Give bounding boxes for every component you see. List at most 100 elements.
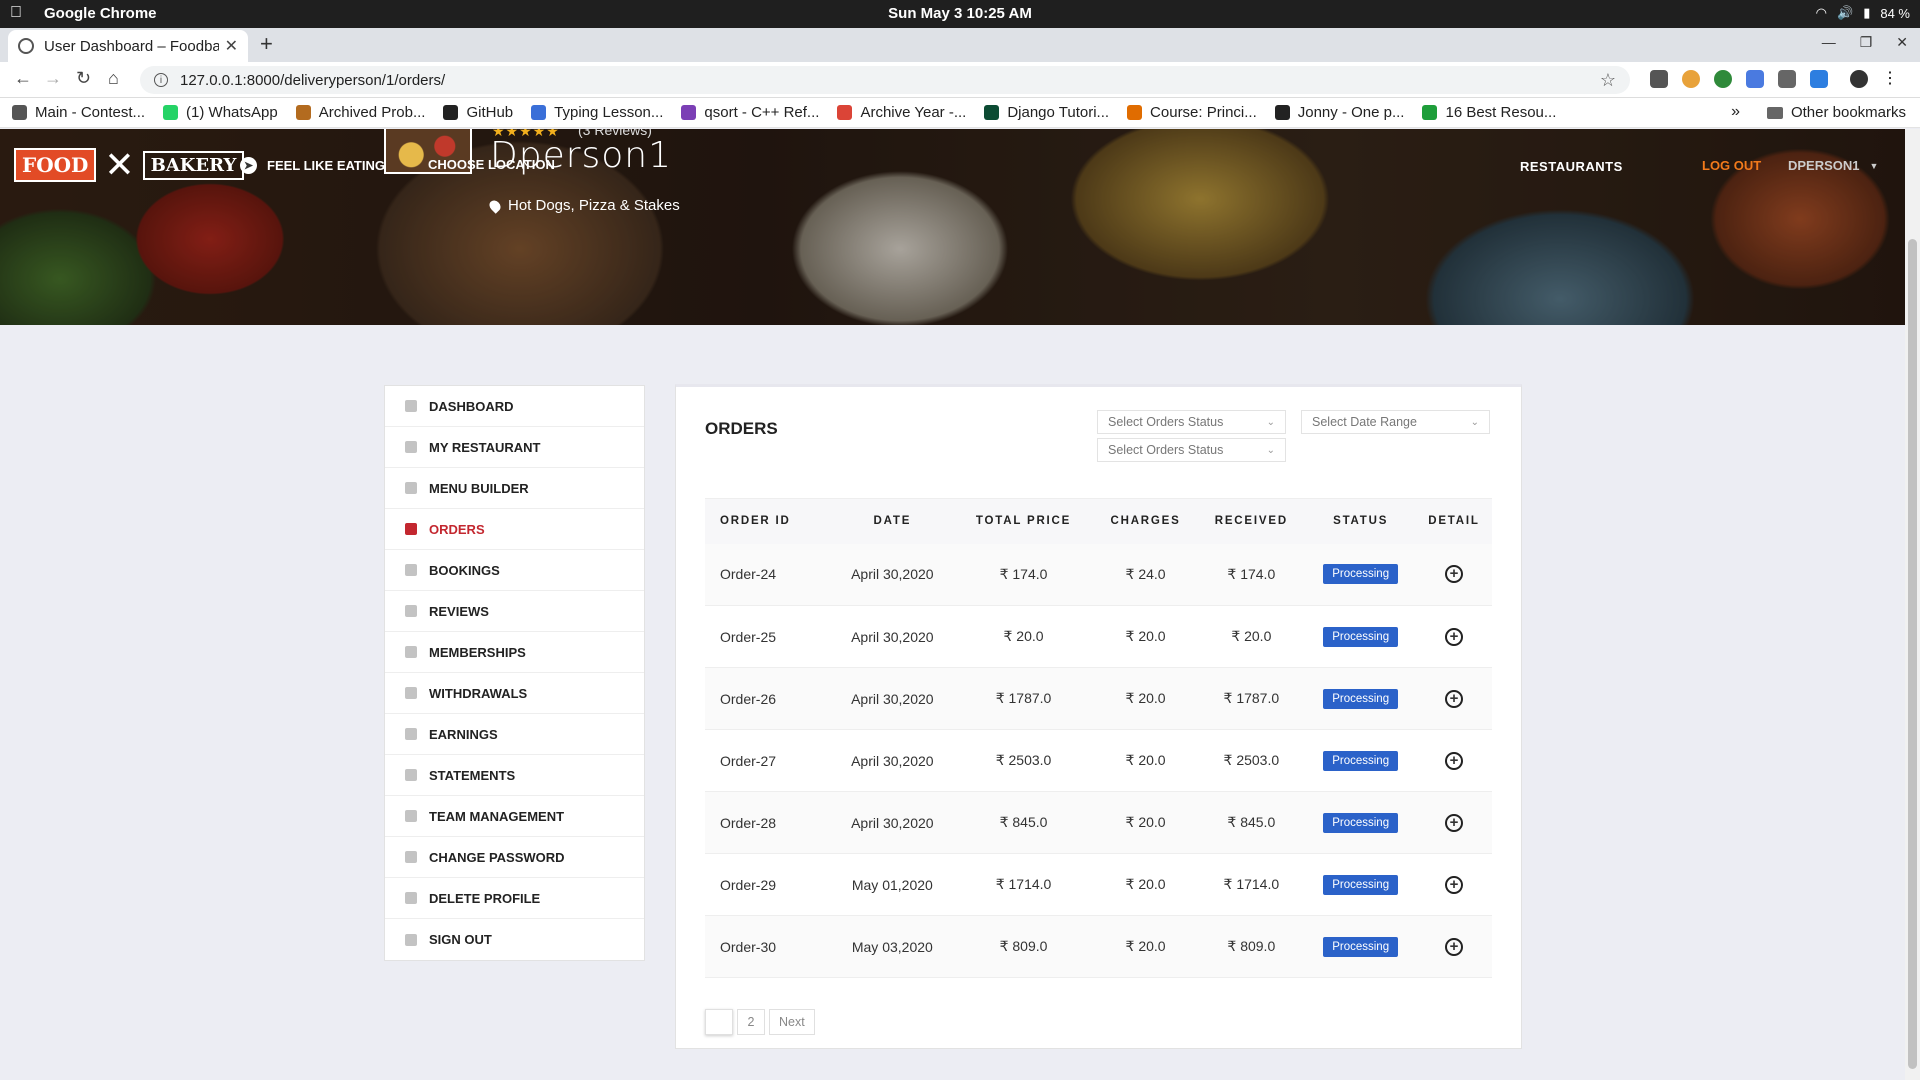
sidebar-item-memberships[interactable]: MEMBERSHIPS [385, 632, 644, 673]
nav-restaurants-link[interactable]: RESTAURANTS [1520, 159, 1623, 174]
sidebar-item-menu-builder[interactable]: MENU BUILDER [385, 468, 644, 509]
feel-like-eating-link[interactable]: ➤ FEEL LIKE EATING [240, 157, 385, 174]
order-id-cell: Order-30 [720, 938, 777, 955]
os-clock[interactable]: Sun May 3 10:25 AM [0, 5, 1920, 22]
table-row: Order-25 April 30,2020 ₹ 20.0 ₹ 20.0 ₹ 20.0 P… [705, 606, 1492, 668]
extension-check-icon[interactable] [1810, 70, 1828, 88]
sidebar-item-sign-out[interactable]: SIGN OUT [385, 919, 644, 960]
plus-circle-icon[interactable]: + [1444, 689, 1463, 708]
extension-shield-icon[interactable] [1778, 70, 1796, 88]
plus-circle-icon[interactable]: + [1444, 565, 1463, 584]
scrollbar-thumb[interactable] [1908, 239, 1917, 1069]
sidebar-item-team-management[interactable]: TEAM MANAGEMENT [385, 796, 644, 837]
received-cell: ₹ 20.0 [1231, 628, 1272, 644]
orders-table: ORDER ID DATE TOTAL PRICE CHARGES RECEIVED ST… [705, 498, 1492, 978]
column-header-detail: DETAIL [1428, 515, 1480, 528]
cuisine-line: Hot Dogs, Pizza & Stakes [487, 197, 680, 214]
bookmark-item[interactable]: Jonny - One p... [1274, 104, 1404, 121]
table-row: Order-29 May 01,2020 ₹ 1714.0 ₹ 20.0 ₹ 1714.… [705, 854, 1492, 916]
order-id-cell: Order-27 [720, 752, 777, 769]
plus-circle-icon[interactable]: + [1444, 937, 1463, 956]
logo-food: FOOD [14, 148, 97, 182]
charges-cell: ₹ 20.0 [1125, 690, 1166, 706]
bookmark-item[interactable]: qsort - C++ Ref... [681, 104, 819, 121]
bookmark-item[interactable]: Archived Prob... [295, 104, 425, 121]
back-arrow-icon[interactable]: ← [14, 68, 32, 89]
next-page-button[interactable]: Next [769, 1009, 815, 1035]
status-cell: Processing [1305, 544, 1416, 606]
sidebar-item-my-restaurant[interactable]: MY RESTAURANT [385, 427, 644, 468]
sidebar-item-earnings[interactable]: EARNINGS [385, 714, 644, 755]
orders-status-select-text: Select Orders Status [1108, 415, 1224, 429]
sidebar-item-reviews[interactable]: REVIEWS [385, 591, 644, 632]
sidebar-item-dashboard[interactable]: DASHBOARD [385, 386, 644, 427]
detail-cell: + [1416, 792, 1492, 854]
new-tab-button[interactable]: + [260, 31, 273, 57]
hero-banner: FOOD ✕ BAKERY ➤ FEEL LIKE EATING CHOOSE … [0, 129, 1905, 325]
bookmark-item[interactable]: GitHub [443, 104, 513, 121]
nav-logout-link[interactable]: LOG OUT [1702, 158, 1761, 173]
minimize-button[interactable]: — [1822, 34, 1836, 51]
bookmark-item[interactable]: (1) WhatsApp [163, 104, 278, 121]
plus-circle-icon[interactable]: + [1444, 627, 1463, 646]
forward-arrow-icon[interactable]: → [44, 68, 62, 89]
address-bar[interactable]: i 127.0.0.1:8000/deliveryperson/1/orders… [140, 66, 1630, 94]
page-1-button[interactable] [705, 1009, 733, 1035]
close-window-button[interactable]: ✕ [1896, 34, 1908, 51]
charges-cell: ₹ 24.0 [1125, 565, 1166, 582]
wifi-icon[interactable]: ◠ [1816, 5, 1827, 21]
status-badge: Processing [1323, 750, 1399, 771]
battery-icon[interactable]: ▮ [1863, 5, 1870, 21]
site-logo[interactable]: FOOD ✕ BAKERY [14, 147, 245, 183]
status-cell: Processing [1305, 730, 1416, 792]
bookmark-item[interactable]: Course: Princi... [1127, 104, 1257, 121]
column-header-received: RECEIVED [1214, 515, 1288, 528]
info-icon[interactable]: i [154, 73, 168, 87]
bookmark-star-icon[interactable]: ☆ [1600, 70, 1616, 91]
extension-pen-icon[interactable] [1650, 70, 1668, 88]
bookmark-item[interactable]: Main - Contest... [12, 104, 145, 121]
bookmark-item[interactable]: Django Tutori... [984, 104, 1109, 121]
sidebar-item-withdrawals[interactable]: WITHDRAWALS [385, 673, 644, 714]
sidebar-item-statements[interactable]: STATEMENTS [385, 755, 644, 796]
nav-user-menu[interactable]: DPERSON1 ▼ [1788, 158, 1878, 174]
bookings-icon [405, 564, 417, 576]
extension-cookie-icon[interactable] [1682, 70, 1700, 88]
date-range-select-text: Select Date Range [1312, 415, 1417, 429]
menu-kebab-icon[interactable]: ⋮ [1882, 70, 1898, 88]
volume-icon[interactable]: 🔊 [1837, 5, 1853, 21]
orders-status-select-secondary[interactable]: Select Orders Status ⌄ [1097, 438, 1286, 462]
plus-circle-icon[interactable]: + [1444, 875, 1463, 894]
maximize-button[interactable]: ❐ [1860, 34, 1873, 51]
orders-status-select[interactable]: Select Orders Status ⌄ [1097, 410, 1286, 434]
tab-user-dashboard[interactable]: User Dashboard – Foodba ✕ [8, 30, 248, 62]
reload-icon[interactable]: ↻ [76, 68, 91, 89]
sidebar-item-orders[interactable]: ORDERS [385, 509, 644, 550]
plus-circle-icon[interactable]: + [1444, 751, 1463, 770]
status-cell: Processing [1305, 606, 1416, 668]
extension-translate-icon[interactable] [1746, 70, 1764, 88]
location-pin-icon [487, 197, 503, 214]
other-bookmarks-folder[interactable]: Other bookmarks [1766, 104, 1906, 121]
sidebar-item-label: CHANGE PASSWORD [429, 849, 565, 865]
sidebar-item-delete-profile[interactable]: DELETE PROFILE [385, 878, 644, 919]
plus-circle-icon[interactable]: + [1444, 813, 1463, 832]
bookmark-item[interactable]: 16 Best Resou... [1422, 104, 1556, 121]
home-icon[interactable]: ⌂ [108, 68, 119, 89]
page-scrollbar[interactable] [1905, 129, 1920, 1080]
orders-title: ORDERS [705, 419, 778, 438]
bookmark-item[interactable]: Typing Lesson... [531, 104, 663, 121]
sidebar-item-bookings[interactable]: BOOKINGS [385, 550, 644, 591]
close-tab-icon[interactable]: ✕ [225, 36, 238, 56]
withdrawals-icon [405, 687, 417, 699]
date-range-select[interactable]: Select Date Range ⌄ [1301, 410, 1490, 434]
more-bookmarks-chevron-icon[interactable]: » [1731, 103, 1740, 121]
apple-icon[interactable]:  [10, 4, 22, 22]
order-date-cell: April 30,2020 [851, 814, 934, 831]
profile-avatar[interactable] [1850, 70, 1868, 88]
extension-globe-icon[interactable] [1714, 70, 1732, 88]
sidebar-item-change-password[interactable]: CHANGE PASSWORD [385, 837, 644, 878]
page-2-button[interactable]: 2 [737, 1009, 765, 1035]
detail-cell: + [1416, 606, 1492, 668]
bookmark-item[interactable]: Archive Year -... [837, 104, 966, 121]
